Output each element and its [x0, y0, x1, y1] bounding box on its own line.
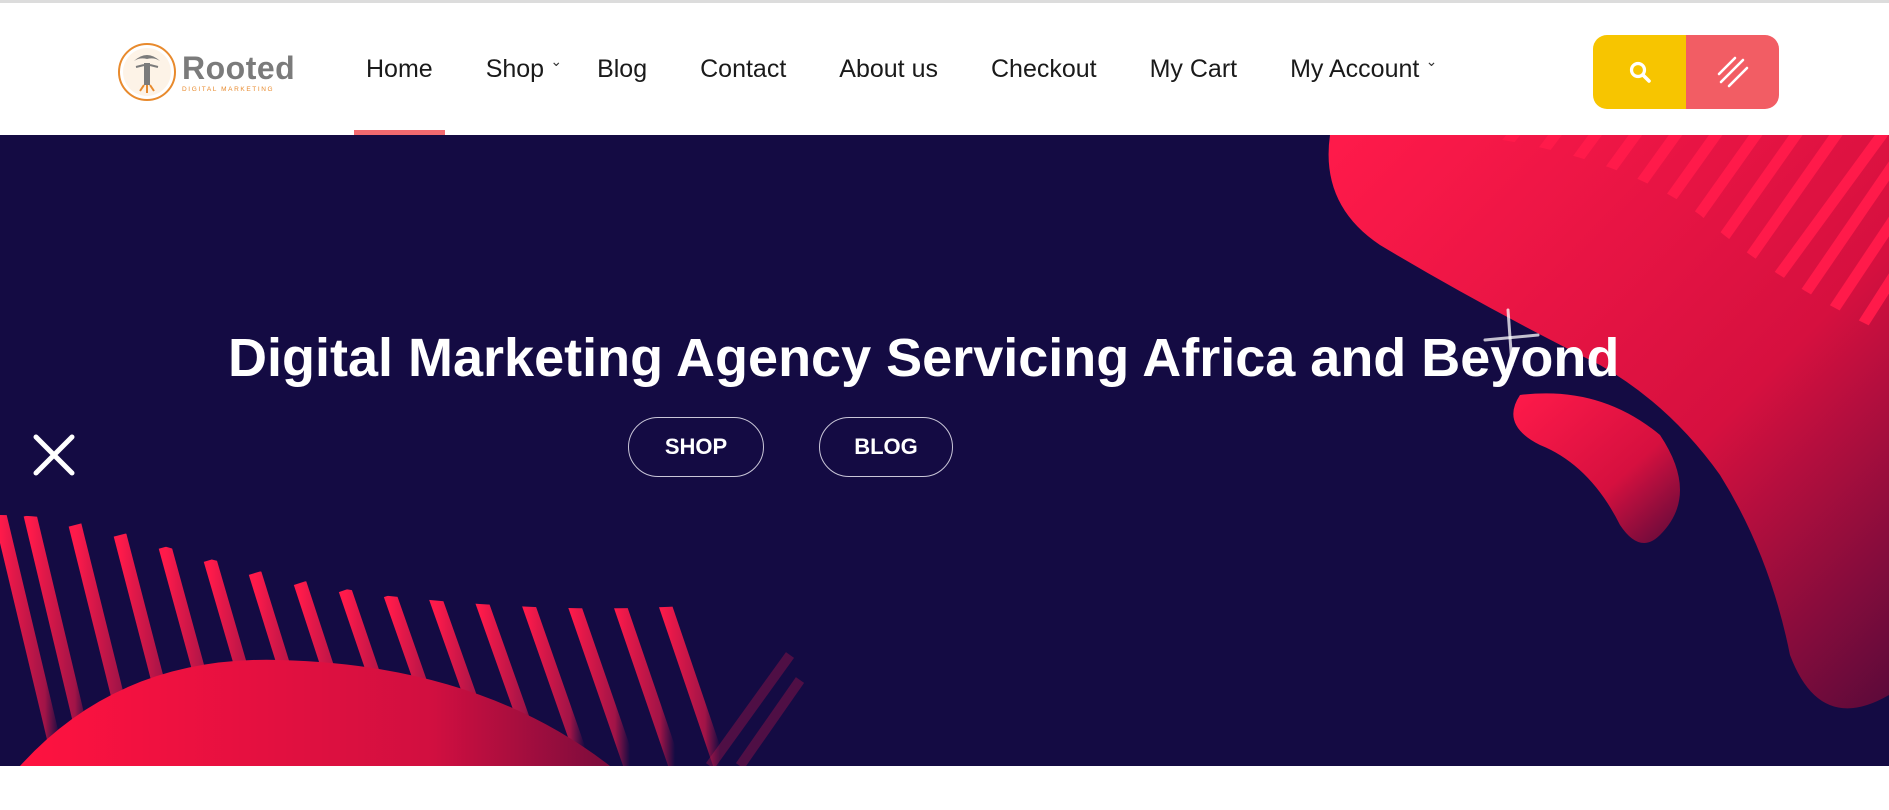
page-bottom-area	[0, 766, 1889, 810]
nav-item-checkout[interactable]: Checkout	[977, 3, 1111, 135]
nav-label: Checkout	[990, 54, 1097, 83]
nav-label: Blog	[597, 54, 648, 83]
hero-title: Digital Marketing Agency Servicing Afric…	[228, 328, 1620, 388]
nav-item-contact[interactable]: Contact	[686, 3, 800, 135]
site-logo[interactable]: Rooted DIGITAL MARKETING	[116, 37, 295, 107]
hero-banner: Digital Marketing Agency Servicing Afric…	[0, 135, 1889, 766]
chevron-down-icon: ⌄	[550, 53, 563, 69]
search-icon	[1629, 61, 1651, 83]
nav-item-about[interactable]: About us	[825, 3, 952, 135]
nav-label: About us	[839, 54, 938, 83]
search-button[interactable]	[1593, 35, 1686, 109]
nav-item-my-cart[interactable]: My Cart	[1136, 3, 1252, 135]
site-header: Rooted DIGITAL MARKETING Home Shop ⌄ Blog…	[0, 3, 1889, 135]
chevron-down-icon: ⌄	[1425, 53, 1438, 69]
blog-button[interactable]: BLOG	[819, 417, 953, 477]
brand-name: Rooted	[182, 49, 296, 86]
nav-item-my-account[interactable]: My Account ⌄	[1276, 3, 1437, 135]
menu-button[interactable]	[1686, 35, 1779, 109]
nav-label: Contact	[700, 54, 787, 83]
nav-item-shop[interactable]: Shop ⌄	[472, 3, 562, 135]
nav-label: Home	[366, 54, 433, 83]
nav-label: Shop	[485, 54, 545, 83]
nav-item-blog[interactable]: Blog	[583, 3, 661, 135]
hamburger-slash-icon	[1717, 56, 1748, 88]
shop-button[interactable]: SHOP	[628, 417, 764, 477]
close-icon[interactable]	[32, 433, 76, 477]
main-nav: Home Shop ⌄ Blog Contact About us Checkou…	[352, 3, 1458, 135]
tree-logo-icon	[118, 43, 176, 101]
nav-item-home[interactable]: Home	[352, 3, 447, 135]
nav-label: My Account	[1290, 54, 1420, 83]
brand-tagline: DIGITAL MARKETING	[182, 85, 275, 93]
nav-label: My Cart	[1149, 54, 1238, 83]
